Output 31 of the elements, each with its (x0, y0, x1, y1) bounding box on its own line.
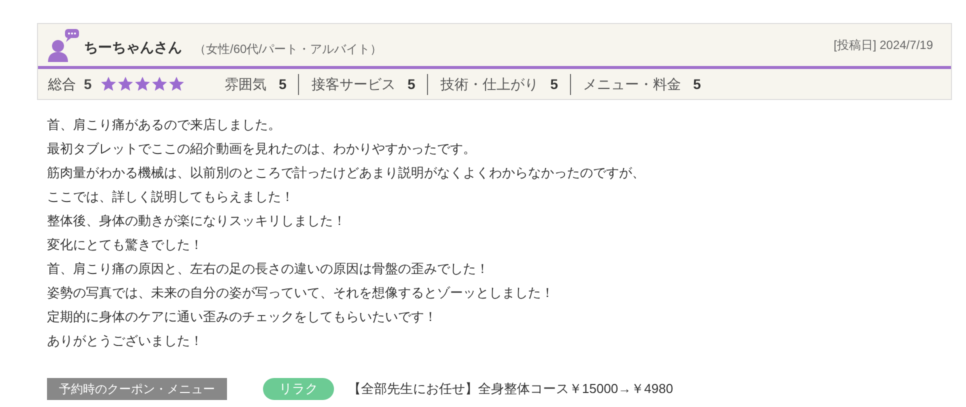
review-text: 最初タブレットでここの紹介動画を見れたのは、わかりやすかったです。 (47, 140, 477, 158)
review-text: 整体後、身体の動きが楽になりスッキリしました！ (47, 212, 347, 230)
review-text: ありがとうございました！ (47, 332, 204, 350)
coupon-text: 【全部先生にお任せ】全身整体コース￥15000→￥4980 (348, 380, 674, 398)
rating-score: 5 (278, 74, 286, 94)
rating-label: 雰囲気 (224, 74, 267, 94)
coupon-label: 予約時のクーポン・メニュー (47, 378, 227, 400)
rating-label: メニュー・料金 (583, 74, 682, 94)
category-tag: リラク (263, 378, 334, 400)
reviewer-profile: （女性/60代/パート・アルバイト） (194, 41, 382, 58)
star-icon (150, 76, 168, 92)
review-text: 変化にとても驚きでした！ (47, 236, 204, 254)
review-text: 首、肩こり痛があるので来店しました。 (47, 116, 282, 134)
review-text: ここでは、詳しく説明してもらえました！ (47, 188, 295, 206)
review-text: 首、肩こり痛の原因と、左右の足の長さの違いの原因は骨盤の歪みでした！ (47, 260, 490, 278)
post-date: [投稿日] 2024/7/19 (834, 37, 933, 54)
user-chat-icon (48, 28, 80, 62)
star-icon (100, 76, 117, 92)
rating-label: 技術・仕上がり (440, 74, 538, 94)
star-icon (134, 76, 151, 92)
review-text: 筋肉量がわかる機械は、以前別のところで計ったけどあまり説明がなくよくわからなかったのですが、 (47, 164, 646, 182)
review-text: 姿勢の写真では、未来の自分の姿が写っていて、それを想像するとゾーッとしました！ (47, 284, 555, 302)
rating-score: 5 (550, 74, 558, 94)
overall-score: 総合 5 (48, 74, 92, 94)
star-icon (168, 76, 185, 92)
star-icon (116, 76, 134, 92)
reviewer-name: ちーちゃんさん (84, 38, 182, 57)
rating-score: 5 (693, 74, 701, 94)
review-text: 定期的に身体のケアに通い歪みのチェックをしてもらいたいです！ (47, 308, 438, 326)
rating-score: 5 (407, 74, 416, 94)
rating-label: 接客サービス (311, 74, 396, 94)
